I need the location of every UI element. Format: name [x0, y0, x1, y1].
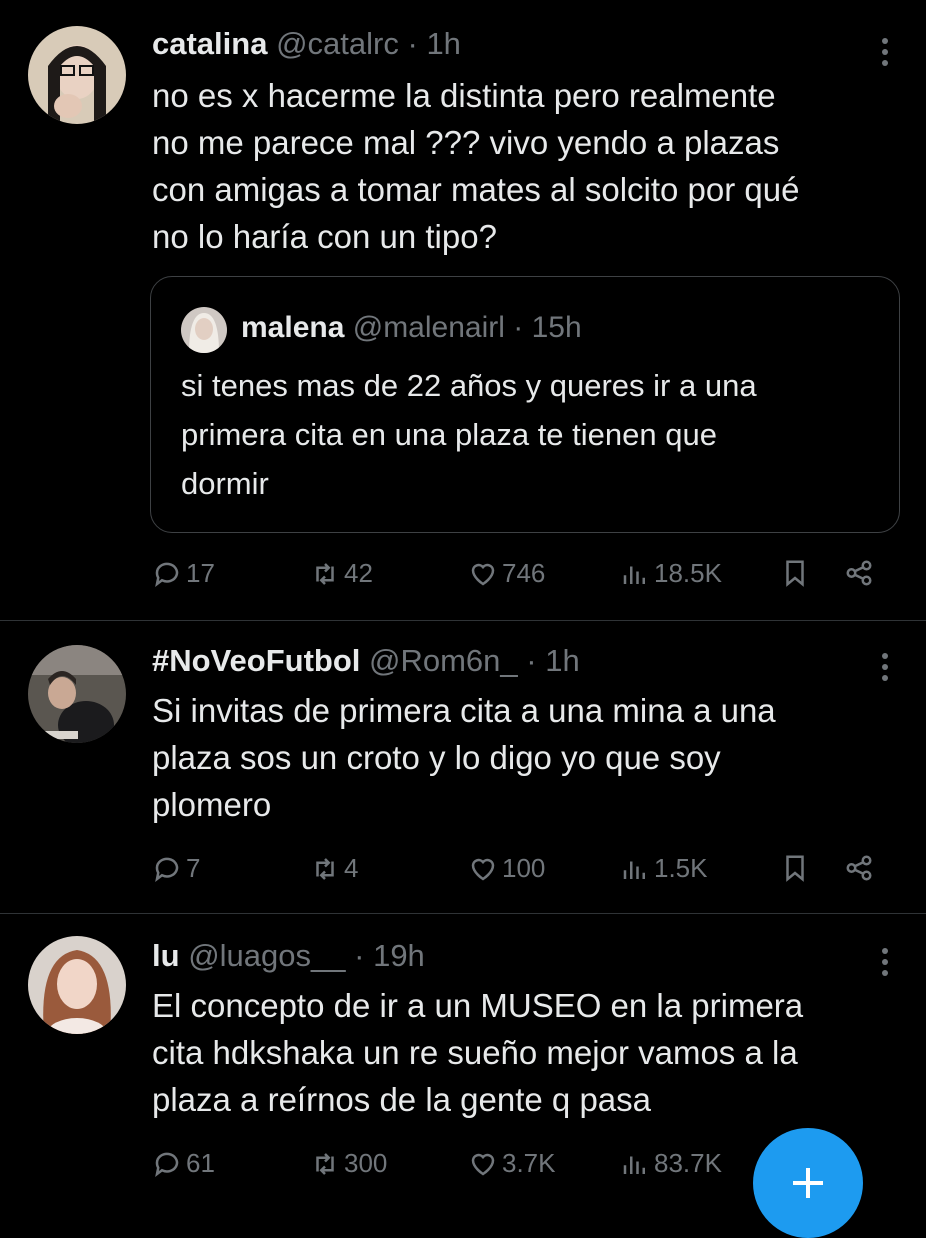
like-button[interactable]: 746 — [468, 558, 545, 589]
timestamp[interactable]: 19h — [373, 938, 425, 973]
timestamp[interactable]: 1h — [426, 26, 460, 61]
reply-button[interactable]: 17 — [152, 558, 215, 589]
bar-chart-icon — [623, 861, 645, 879]
tweet-actions: 17 42 746 18.5K — [152, 558, 892, 598]
tweet-text: El concepto de ir a un MUSEO en la prime… — [152, 987, 804, 1118]
more-options-icon[interactable] — [880, 653, 890, 686]
more-options-icon[interactable] — [880, 38, 890, 71]
tweet-actions: 7 4 100 1.5K — [152, 853, 892, 893]
more-options-icon[interactable] — [880, 948, 890, 981]
display-name[interactable]: lu — [152, 938, 180, 973]
avatar[interactable] — [28, 645, 126, 743]
reply-count: 17 — [186, 558, 215, 588]
quoted-avatar — [181, 307, 227, 353]
tweet[interactable]: catalina @catalrc · 1h no es x hacerme l… — [0, 0, 926, 620]
views-button[interactable]: 1.5K — [620, 853, 708, 884]
view-count: 1.5K — [654, 853, 708, 883]
retweet-button[interactable]: 42 — [310, 558, 373, 589]
avatar[interactable] — [28, 936, 126, 1034]
tweet-text: no es x hacerme la distinta pero realmen… — [152, 77, 800, 255]
share-button[interactable] — [844, 853, 878, 883]
views-button[interactable]: 18.5K — [620, 558, 722, 589]
bookmark-icon — [786, 560, 804, 587]
view-count: 18.5K — [654, 558, 722, 588]
quoted-header: malena @malenairl · 15h — [241, 311, 582, 345]
speech-bubble-icon — [155, 1152, 179, 1177]
tweet-header: #NoVeoFutbol @Rom6n_ · 1h — [152, 643, 580, 679]
bookmark-icon — [786, 855, 804, 882]
heart-icon — [471, 858, 495, 880]
retweet-count: 4 — [344, 853, 359, 883]
like-count: 100 — [502, 853, 546, 883]
speech-bubble-icon — [155, 857, 179, 882]
reply-count: 7 — [186, 853, 201, 883]
like-button[interactable]: 3.7K — [468, 1148, 556, 1179]
display-name[interactable]: catalina — [152, 26, 267, 61]
user-handle[interactable]: @catalrc — [276, 26, 399, 61]
share-nodes-icon — [846, 560, 872, 586]
tweet-header: catalina @catalrc · 1h — [152, 26, 461, 62]
heart-icon — [471, 563, 495, 585]
reply-count: 61 — [186, 1148, 215, 1178]
separator-dot: · — [526, 643, 537, 678]
views-button[interactable]: 83.7K — [620, 1148, 722, 1179]
user-handle[interactable]: @Rom6n_ — [369, 643, 518, 678]
retweet-arrows-icon — [316, 1152, 334, 1175]
display-name[interactable]: #NoVeoFutbol — [152, 643, 360, 678]
retweet-button[interactable]: 4 — [310, 853, 358, 884]
bookmark-button[interactable] — [780, 558, 814, 588]
reply-button[interactable]: 7 — [152, 853, 200, 884]
like-button[interactable]: 100 — [468, 853, 545, 884]
tweet[interactable]: #NoVeoFutbol @Rom6n_ · 1h Si invitas de … — [0, 621, 926, 913]
retweet-button[interactable]: 300 — [310, 1148, 387, 1179]
tweet-text: Si invitas de primera cita a una mina a … — [152, 692, 776, 823]
like-count: 746 — [502, 558, 546, 588]
retweet-count: 300 — [344, 1148, 388, 1178]
quoted-text: si tenes mas de 22 años y queres ir a un… — [181, 368, 757, 501]
reply-button[interactable]: 61 — [152, 1148, 215, 1179]
like-count: 3.7K — [502, 1148, 556, 1178]
separator-dot: · — [354, 938, 365, 973]
user-handle[interactable]: @luagos__ — [188, 938, 345, 973]
view-count: 83.7K — [654, 1148, 722, 1178]
bar-chart-icon — [623, 1156, 645, 1174]
heart-icon — [471, 1153, 495, 1175]
bookmark-button[interactable] — [780, 853, 814, 883]
tweet-header: lu @luagos__ · 19h — [152, 938, 425, 974]
share-nodes-icon — [846, 855, 872, 881]
separator-dot: · — [407, 26, 418, 61]
compose-button[interactable] — [753, 1128, 863, 1238]
avatar[interactable] — [28, 26, 126, 124]
speech-bubble-icon — [155, 562, 179, 587]
retweet-arrows-icon — [316, 857, 334, 880]
share-button[interactable] — [844, 558, 878, 588]
bar-chart-icon — [623, 566, 645, 584]
retweet-count: 42 — [344, 558, 373, 588]
retweet-arrows-icon — [316, 562, 334, 585]
timestamp[interactable]: 1h — [545, 643, 579, 678]
quoted-display-name: malena — [241, 311, 345, 344]
quoted-handle: @malenairl — [352, 311, 505, 344]
quoted-tweet[interactable]: malena @malenairl · 15h si tenes mas de … — [150, 276, 900, 533]
quoted-timestamp: 15h — [531, 311, 582, 344]
separator-dot: · — [513, 311, 524, 344]
